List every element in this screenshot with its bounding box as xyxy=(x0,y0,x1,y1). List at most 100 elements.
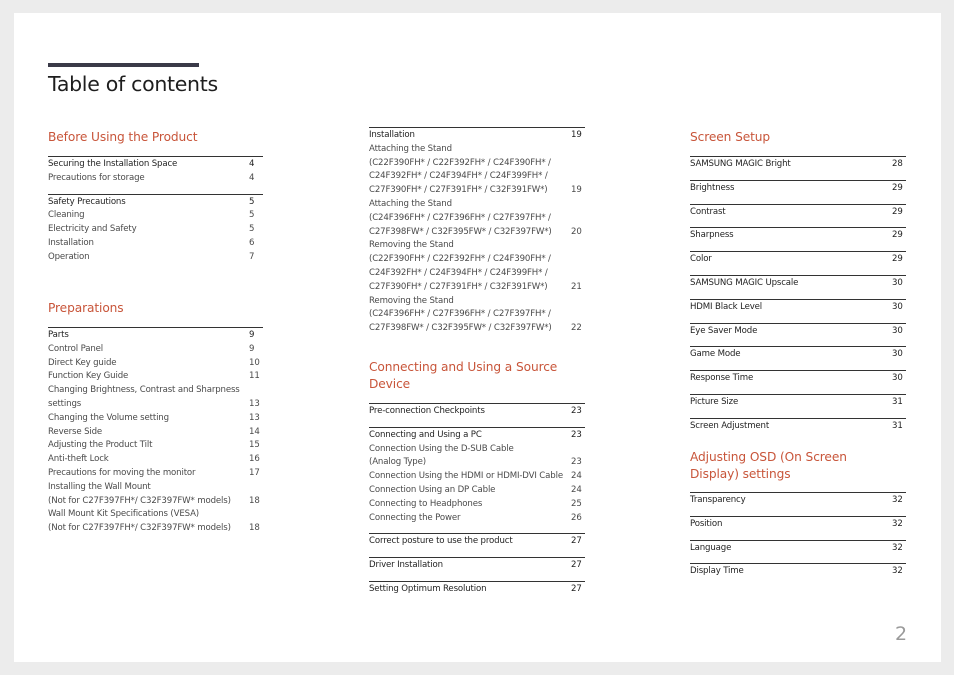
toc-entry[interactable]: Control Panel 9 xyxy=(48,343,263,357)
toc-entry-page: 10 xyxy=(249,357,260,368)
toc-entry-label: Precautions for moving the monitor xyxy=(48,467,196,478)
toc-entry[interactable]: Adjusting the Product Tilt 15 xyxy=(48,439,263,453)
toc-entry[interactable]: Attaching the Stand (C24F396FH* / C27F39… xyxy=(369,198,585,239)
toc-entry[interactable]: Wall Mount Kit Specifications (VESA) (No… xyxy=(48,508,263,536)
toc-entry[interactable]: Changing Brightness, Contrast and Sharpn… xyxy=(48,384,263,412)
toc-entry-label: Connection Using the HDMI or HDMI-DVI Ca… xyxy=(369,471,563,482)
toc-group: Brightness 29 xyxy=(690,179,906,196)
toc-group: Eye Saver Mode 30 xyxy=(690,322,906,339)
toc-group: Connecting and Using a PC 23 Connection Us… xyxy=(369,426,585,526)
toc-heading-entry[interactable]: Installation 19 xyxy=(369,129,585,143)
toc-entry[interactable]: Reverse Side 14 xyxy=(48,426,263,440)
toc-entry[interactable]: Connection Using the HDMI or HDMI-DVI Ca… xyxy=(369,470,585,484)
toc-entry[interactable]: Function Key Guide 11 xyxy=(48,370,263,384)
toc-heading-entry[interactable]: Game Mode 30 xyxy=(690,348,906,362)
toc-entry-page: 29 xyxy=(892,206,903,217)
toc-group: Driver Installation 27 xyxy=(369,557,585,573)
toc-heading-entry[interactable]: Driver Installation 27 xyxy=(369,559,585,573)
toc-heading-entry[interactable]: Correct posture to use the product 27 xyxy=(369,535,585,549)
toc-entry-label: Function Key Guide xyxy=(48,371,129,382)
toc-heading-entry[interactable]: Pre-connection Checkpoints 23 xyxy=(369,405,585,419)
toc-entry-page: 6 xyxy=(249,237,255,248)
toc-group: Safety Precautions 5 Cleaning 5 Electricity … xyxy=(48,193,263,265)
toc-entry-label: Connecting the Power xyxy=(369,512,461,523)
toc-entry[interactable]: Connecting to Headphones 25 xyxy=(369,498,585,512)
toc-entry-label: Brightness xyxy=(690,182,735,193)
toc-entry-label: Installing the Wall Mount (Not for C27F3… xyxy=(48,481,231,506)
toc-heading-entry[interactable]: HDMI Black Level 30 xyxy=(690,301,906,315)
toc-entry-page: 16 xyxy=(249,454,260,465)
section-before-using: Before Using the Product Securing the In… xyxy=(48,129,263,265)
toc-entry[interactable]: Precautions for storage 4 xyxy=(48,172,263,186)
page-number: 2 xyxy=(895,623,908,645)
toc-entry-label: SAMSUNG MAGIC Upscale xyxy=(690,277,799,288)
toc-group: Securing the Installation Space 4 Precauti… xyxy=(48,156,263,186)
toc-entry[interactable]: Connection Using the D-SUB Cable (Analog… xyxy=(369,443,585,471)
toc-group: SAMSUNG MAGIC Bright 28 xyxy=(690,156,906,172)
toc-heading-entry[interactable]: Connecting and Using a PC 23 xyxy=(369,429,585,443)
toc-entry-label: Safety Precautions xyxy=(48,196,126,207)
toc-entry[interactable]: Anti-theft Lock 16 xyxy=(48,453,263,467)
toc-entry[interactable]: Installation 6 xyxy=(48,237,263,251)
toc-heading-entry[interactable]: Securing the Installation Space 4 xyxy=(48,158,263,172)
toc-entry-label: Game Mode xyxy=(690,349,741,360)
toc-entry-page: 17 xyxy=(249,467,260,478)
toc-heading-entry[interactable]: Parts 9 xyxy=(48,329,263,343)
toc-heading-entry[interactable]: Sharpness 29 xyxy=(690,229,906,243)
toc-heading-entry[interactable]: Color 29 xyxy=(690,253,906,267)
toc-entry-page: 22 xyxy=(571,323,582,334)
toc-group: Transparency 32 xyxy=(690,492,906,508)
toc-entry[interactable]: Removing the Stand (C22F390FH* / C22F392… xyxy=(369,239,585,294)
toc-heading-entry[interactable]: Picture Size 31 xyxy=(690,396,906,410)
toc-entry-label: Reverse Side xyxy=(48,426,103,437)
toc-entry-label: Removing the Stand (C22F390FH* / C22F392… xyxy=(369,240,551,292)
title-accent-bar xyxy=(48,63,199,67)
toc-entry-page: 27 xyxy=(571,560,582,571)
toc-heading-entry[interactable]: SAMSUNG MAGIC Bright 28 xyxy=(690,158,906,172)
toc-heading-entry[interactable]: Language 32 xyxy=(690,542,906,556)
toc-entry[interactable]: Removing the Stand (C24F396FH* / C27F396… xyxy=(369,295,585,336)
toc-entry[interactable]: Cleaning 5 xyxy=(48,209,263,223)
toc-group: SAMSUNG MAGIC Upscale 30 xyxy=(690,274,906,291)
toc-entry[interactable]: Precautions for moving the monitor 17 xyxy=(48,467,263,481)
toc-entry-page: 13 xyxy=(249,412,260,423)
toc-entry-page: 20 xyxy=(571,226,582,237)
toc-entry-page: 15 xyxy=(249,440,260,451)
toc-heading-entry[interactable]: Setting Optimum Resolution 27 xyxy=(369,583,585,597)
toc-heading-entry[interactable]: Contrast 29 xyxy=(690,206,906,220)
toc-heading-entry[interactable]: Transparency 32 xyxy=(690,494,906,508)
section-installation: Installation 19 Attaching the Stand (C22F3… xyxy=(369,127,585,336)
toc-entry-label: Sharpness xyxy=(690,230,734,241)
toc-group: Display Time 32 xyxy=(690,563,906,579)
toc-group: Picture Size 31 xyxy=(690,393,906,410)
toc-entry-label: Securing the Installation Space xyxy=(48,159,178,169)
toc-entry-page: 13 xyxy=(249,398,260,409)
toc-entry[interactable]: Electricity and Safety 5 xyxy=(48,223,263,237)
toc-heading-entry[interactable]: Display Time 32 xyxy=(690,565,906,579)
toc-entry-page: 23 xyxy=(571,429,582,440)
toc-entry[interactable]: Connection Using an DP Cable 24 xyxy=(369,484,585,498)
toc-entry[interactable]: Direct Key guide 10 xyxy=(48,357,263,371)
section-osd-settings: Adjusting OSD (On Screen Display) settin… xyxy=(690,449,906,579)
toc-entry[interactable]: Connecting the Power 26 xyxy=(369,512,585,526)
toc-heading-entry[interactable]: Eye Saver Mode 30 xyxy=(690,325,906,339)
toc-entry-page: 18 xyxy=(249,495,260,506)
toc-entry-page: 26 xyxy=(571,512,582,523)
toc-heading-entry[interactable]: Position 32 xyxy=(690,518,906,532)
section-title: Preparations xyxy=(48,301,124,315)
toc-entry-page: 21 xyxy=(571,281,582,292)
section-connecting: Connecting and Using a Source Device Pre… xyxy=(369,359,585,597)
toc-heading-entry[interactable]: Brightness 29 xyxy=(690,182,906,196)
toc-heading-entry[interactable]: Safety Precautions 5 xyxy=(48,196,263,210)
toc-heading-entry[interactable]: Response Time 30 xyxy=(690,372,906,386)
toc-entry-label: Installation xyxy=(48,237,94,248)
toc-entry[interactable]: Installing the Wall Mount (Not for C27F3… xyxy=(48,481,263,509)
toc-heading-entry[interactable]: SAMSUNG MAGIC Upscale 30 xyxy=(690,277,906,291)
toc-heading-entry[interactable]: Screen Adjustment 31 xyxy=(690,420,906,434)
toc-group: Parts 9 Control Panel 9 Direct Key guide 10 Fu… xyxy=(48,327,263,536)
toc-entry[interactable]: Operation 7 xyxy=(48,251,263,265)
toc-entry[interactable]: Changing the Volume setting 13 xyxy=(48,412,263,426)
toc-entry[interactable]: Attaching the Stand (C22F390FH* / C22F39… xyxy=(369,143,585,198)
toc-entry-page: 29 xyxy=(892,254,903,265)
toc-entry-page: 28 xyxy=(892,159,903,169)
